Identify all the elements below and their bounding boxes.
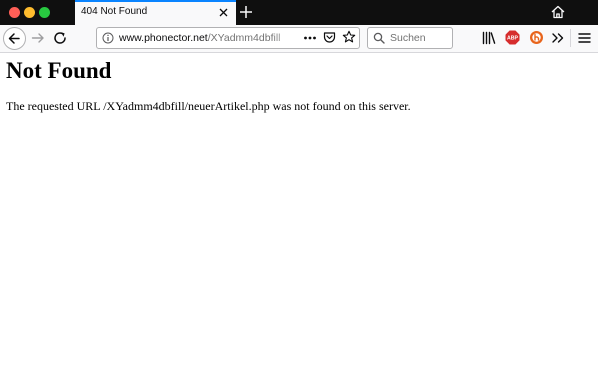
zoom-window-button[interactable] xyxy=(39,7,50,18)
home-icon[interactable] xyxy=(550,4,566,20)
pocket-icon[interactable] xyxy=(323,31,336,44)
extension-icon[interactable] xyxy=(529,30,544,45)
back-arrow-icon xyxy=(8,33,20,44)
url-bar[interactable]: www.phonector.net/XYadmm4dbfill xyxy=(96,27,360,49)
forward-arrow-icon[interactable] xyxy=(30,30,46,46)
hamburger-menu-icon[interactable] xyxy=(577,30,592,46)
tab-bar: 404 Not Found xyxy=(0,0,598,25)
back-button[interactable] xyxy=(3,27,26,50)
info-icon[interactable] xyxy=(102,32,114,44)
overflow-chevron-icon[interactable] xyxy=(551,30,565,46)
tab-title: 404 Not Found xyxy=(81,6,148,17)
url-fade xyxy=(272,29,300,47)
plus-icon[interactable] xyxy=(238,4,254,20)
minimize-window-button[interactable] xyxy=(24,7,35,18)
star-icon[interactable] xyxy=(342,30,356,44)
error-message: The requested URL /XYadmm4dbfill/neuerAr… xyxy=(6,99,411,113)
page-heading: Not Found xyxy=(6,58,112,83)
reload-icon[interactable] xyxy=(52,30,68,46)
close-window-button[interactable] xyxy=(9,7,20,18)
library-icon[interactable] xyxy=(481,30,497,46)
page-content: Not Found The requested URL /XYadmm4dbfi… xyxy=(0,53,598,382)
abp-icon[interactable]: ABP xyxy=(505,30,520,45)
search-field[interactable]: Suchen xyxy=(367,27,453,49)
more-dots-icon[interactable] xyxy=(303,31,317,45)
url-path: /XYadmm4dbfill xyxy=(207,32,281,44)
url-text[interactable]: www.phonector.net/XYadmm4dbfill xyxy=(119,32,297,44)
search-placeholder: Suchen xyxy=(390,32,426,44)
search-icon xyxy=(373,32,385,44)
navigation-toolbar: www.phonector.net/XYadmm4dbfill Suchen A… xyxy=(0,25,598,53)
toolbar-divider xyxy=(570,29,571,47)
tab-active[interactable]: 404 Not Found xyxy=(75,0,236,25)
abp-label: ABP xyxy=(507,36,518,42)
url-host: www.phonector.net xyxy=(119,32,208,44)
close-icon[interactable] xyxy=(218,7,229,18)
